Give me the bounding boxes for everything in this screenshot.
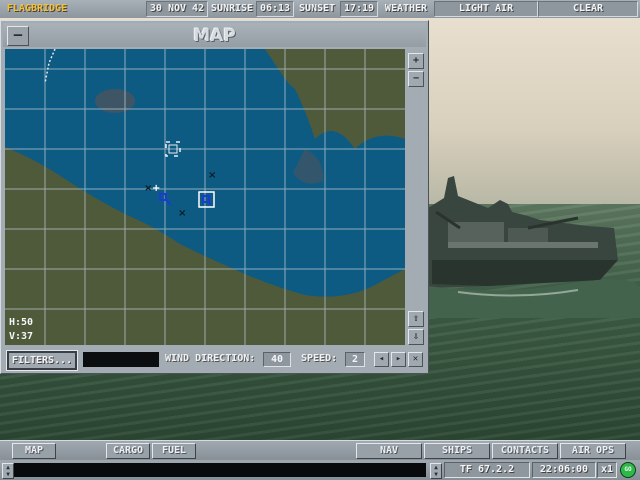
scroll-up-button[interactable]: ⇧ (408, 311, 424, 327)
bottom-status-bar: ▲ ▼ ▲ ▼ TF 67.2.2 22:06:00 x1 GO (0, 460, 640, 480)
game-brand: FLAGBRIDGE (6, 3, 68, 14)
map-canvas[interactable]: × × × + (5, 49, 405, 345)
v-coordinate: V:37 (9, 331, 34, 342)
sunset-time: 17:19 (340, 1, 378, 17)
contacts-button[interactable]: CONTACTS (492, 443, 558, 459)
map-titlebar[interactable]: — MAP (3, 23, 426, 47)
wind-direction-value: 40 (263, 352, 291, 367)
cargo-button[interactable]: CARGO (106, 443, 150, 459)
top-status-bar: FLAGBRIDGE 30 NOV 42 SUNRISE 06:13 SUNSE… (0, 0, 640, 19)
message-scroll-icon[interactable]: ▲ ▼ (2, 463, 14, 479)
game-clock: 22:06:00 (532, 462, 596, 478)
speed-clear-button[interactable]: ✕ (408, 352, 423, 367)
time-compression[interactable]: x1 (597, 462, 617, 478)
x-mark-icon: × (208, 170, 216, 181)
speed-label: SPEED: (301, 353, 338, 364)
air-ops-button[interactable]: AIR OPS (560, 443, 626, 459)
wind-direction-label: WIND DIRECTION: (165, 353, 256, 364)
map-title: MAP (193, 26, 236, 46)
fuel-button[interactable]: FUEL (152, 443, 196, 459)
speed-increase-button[interactable]: ▸ (391, 352, 406, 367)
bottom-nav-bar: MAP CARGO FUEL NAV SHIPS CONTACTS AIR OP… (0, 440, 640, 461)
message-scroll-right-icon[interactable]: ▲ ▼ (430, 463, 442, 479)
sunrise-time: 06:13 (256, 1, 294, 17)
warship-image (428, 176, 640, 318)
sunset-label: SUNSET (298, 3, 336, 14)
filters-button[interactable]: FILTERS... (6, 350, 78, 371)
wind-condition: LIGHT AIR (434, 1, 538, 17)
map-control-row: FILTERS... WIND DIRECTION: 40 SPEED: 2 ◂… (1, 349, 428, 371)
weather-label: WEATHER (384, 3, 428, 14)
sunrise-label: SUNRISE (210, 3, 254, 14)
speed-value: 2 (345, 352, 365, 367)
task-force-id: TF 67.2.2 (444, 462, 530, 478)
plus-icon: + (152, 183, 160, 194)
contact-marker[interactable]: × (178, 208, 186, 219)
go-button[interactable]: GO (620, 462, 636, 478)
tactical-map[interactable]: × × × + H:50 V:37 (5, 49, 405, 345)
h-coordinate: H:50 (9, 317, 34, 328)
map-window: — MAP × × × + H:50 V:37 + − ⇧ ⇩ FILTERS.… (0, 20, 429, 374)
map-button[interactable]: MAP (12, 443, 56, 459)
nav-button[interactable]: NAV (356, 443, 422, 459)
ships-button[interactable]: SHIPS (424, 443, 490, 459)
zoom-out-button[interactable]: − (408, 71, 424, 87)
sky-condition: CLEAR (538, 1, 638, 17)
message-log (14, 463, 426, 477)
date-display: 30 NOV 42 (146, 1, 208, 17)
contact-marker[interactable]: × (208, 170, 216, 181)
speed-decrease-button[interactable]: ◂ (374, 352, 389, 367)
filter-display (83, 352, 159, 367)
x-mark-icon: × (178, 208, 186, 219)
zoom-in-button[interactable]: + (408, 53, 424, 69)
scroll-down-button[interactable]: ⇩ (408, 329, 424, 345)
